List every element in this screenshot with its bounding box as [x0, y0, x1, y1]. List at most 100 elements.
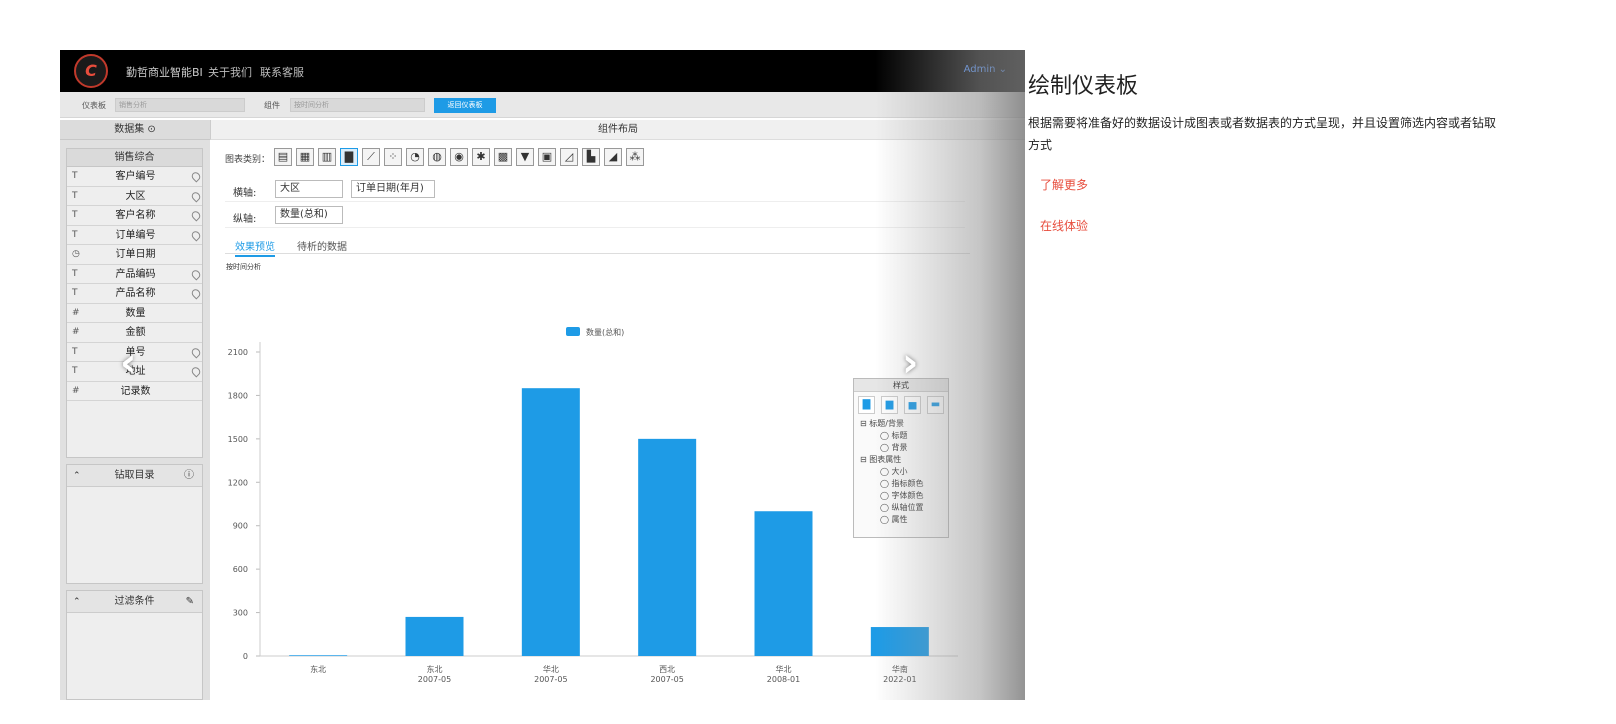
combo-chart-icon[interactable]: ◢	[604, 148, 622, 166]
scatter-chart-icon[interactable]: ⁘	[384, 148, 402, 166]
heatmap-icon[interactable]: ▩	[494, 148, 512, 166]
y-axis-row: 纵轴: 数量(总和)	[225, 204, 965, 228]
chart-type-label: 图表类别：	[225, 155, 271, 165]
bar-chart-icon[interactable]: ▇	[340, 148, 358, 166]
preview-tabs: 效果预览 待析的数据	[225, 236, 970, 257]
tab-data[interactable]: 待析的数据	[297, 238, 347, 253]
style-tree-item[interactable]: ⊟ 图表属性	[854, 454, 948, 466]
field-item[interactable]: T 客户编号	[67, 167, 203, 187]
dashboard-label: 仪表板	[82, 101, 106, 110]
x-tick-label: 2007-05	[418, 675, 451, 684]
bar	[754, 511, 813, 656]
field-list: 销售综合 T 客户编号 T 大区 T 客户名称 T 订单编号 ◷ 订单日期 T 产品编码 T 产品名称 # 数…	[66, 148, 203, 458]
style-tree-item[interactable]: ◯ 指标颜色	[854, 478, 948, 490]
grid-icon[interactable]: ▥	[318, 148, 336, 166]
vertical-bar-style-icon[interactable]: ▇	[858, 396, 875, 414]
tab-preview[interactable]: 效果预览	[235, 238, 275, 257]
bar	[289, 655, 348, 656]
component-layout: 组件布局 图表类别： ▤ ▦ ▥ ▇ ⟋ ⁘ ◔ ◍ ◉ ✱ ▩ ▼ ▣ ◿ ▙…	[210, 120, 1025, 700]
field-name: 客户名称	[115, 210, 156, 221]
style-icons: ▇ ▆ ▅ ▬	[854, 392, 948, 418]
style-tree-item[interactable]: ◯ 标题	[854, 430, 948, 442]
field-item[interactable]: T 订单编号	[67, 226, 203, 245]
bar	[521, 388, 580, 656]
dataset-sidebar: 数据集 ⊙ 销售综合 T 客户编号 T 大区 T 客户名称 T 订单编号 ◷ 订单日期 T 产品编码 T…	[60, 120, 210, 700]
wordcloud-icon[interactable]: ⁂	[626, 148, 644, 166]
map-icon[interactable]: ◍	[428, 148, 446, 166]
collapse-icon[interactable]: ⌃	[73, 591, 81, 613]
field-name: 订单编号	[115, 229, 156, 241]
collapse-icon[interactable]: ⌃	[73, 465, 81, 487]
histogram-icon[interactable]: ▙	[582, 148, 600, 166]
pie-chart-icon[interactable]: ◔	[406, 148, 424, 166]
app-logo: C	[74, 54, 108, 88]
filter-panel: ⌃ 过滤条件 ✎	[66, 590, 203, 700]
field-item[interactable]: T 产品编码	[67, 265, 203, 284]
dataset-title[interactable]: 数据集 ⊙	[60, 120, 210, 140]
radar-icon[interactable]: ✱	[472, 148, 490, 166]
style-tree-item[interactable]: ◯ 大小	[854, 466, 948, 478]
style-tree-item[interactable]: ◯ 属性	[854, 514, 948, 526]
percent-bar-style-icon[interactable]: ▅	[904, 396, 921, 414]
funnel-icon[interactable]: ▼	[516, 148, 534, 166]
learn-more-link[interactable]: 了解更多	[1040, 176, 1588, 193]
style-tree-item[interactable]: ◯ 纵轴位置	[854, 502, 948, 514]
y-axis-label: 纵轴:	[233, 214, 257, 225]
y-tick-label: 1800	[228, 391, 248, 400]
info-icon[interactable]: ⓘ	[184, 465, 194, 487]
crosstab-icon[interactable]: ▦	[296, 148, 314, 166]
try-online-link[interactable]: 在线体验	[1040, 217, 1588, 234]
style-tree-item[interactable]: ⊟ 标题/背景	[854, 418, 948, 430]
app-topbar: C 勤哲商业智能BI 关于我们 联系客服 Admin ⌄	[60, 50, 1025, 92]
x-tick-label: 2008-01	[767, 675, 800, 684]
field-item[interactable]: T 产品名称	[67, 284, 203, 304]
horizontal-bar-style-icon[interactable]: ▬	[927, 396, 944, 414]
x-axis-select-region[interactable]: 大区	[275, 180, 343, 198]
carousel-prev-icon[interactable]: ‹	[120, 340, 136, 386]
field-name: 客户编号	[115, 171, 156, 182]
bar	[638, 438, 697, 656]
x-axis-label: 横轴:	[233, 188, 257, 199]
area-chart-icon[interactable]: ◿	[560, 148, 578, 166]
nav-about[interactable]: 关于我们	[208, 64, 252, 80]
drill-title: 钻取目录	[114, 470, 155, 481]
component-input[interactable]: 按时间分析	[290, 98, 425, 112]
field-name: 数量	[125, 307, 146, 319]
field-item[interactable]: T 大区	[67, 187, 203, 206]
x-tick-label: 东北	[427, 664, 443, 674]
line-chart-icon[interactable]: ⟋	[362, 148, 380, 166]
table-icon[interactable]: ▤	[274, 148, 292, 166]
edit-icon[interactable]: ✎	[186, 591, 194, 613]
brand-name: 勤哲商业智能BI	[126, 66, 203, 79]
admin-menu[interactable]: Admin ⌄	[964, 64, 1007, 75]
carousel-next-icon[interactable]: ›	[902, 340, 918, 386]
dashboard-input[interactable]: 销售分析	[115, 98, 245, 112]
drill-header[interactable]: ⌃ 钻取目录 ⓘ	[67, 465, 202, 487]
field-item[interactable]: ◷ 订单日期	[67, 245, 202, 265]
stacked-bar-style-icon[interactable]: ▆	[881, 396, 898, 414]
layout-header: 组件布局	[210, 120, 1025, 140]
x-tick-label: 2007-05	[534, 675, 567, 684]
back-to-dashboard-button[interactable]: 返回仪表板	[434, 98, 496, 113]
field-item[interactable]: # 数量	[67, 304, 202, 323]
style-tree-item[interactable]: ◯ 字体颜色	[854, 490, 948, 502]
style-tree-item[interactable]: ◯ 背景	[854, 442, 948, 454]
y-axis-select[interactable]: 数量(总和)	[275, 206, 343, 224]
x-axis-row: 横轴: 大区 订单日期(年月)	[225, 178, 965, 202]
y-tick-label: 1200	[228, 478, 248, 487]
y-tick-label: 0	[243, 652, 248, 661]
field-item[interactable]: T 客户名称	[67, 206, 203, 226]
x-tick-label: 华北	[776, 664, 792, 674]
x-tick-label: 2007-05	[650, 675, 683, 684]
filter-header[interactable]: ⌃ 过滤条件 ✎	[67, 591, 202, 613]
legend-swatch	[566, 327, 580, 336]
treemap-icon[interactable]: ▣	[538, 148, 556, 166]
x-tick-label: 华北	[543, 664, 559, 674]
drill-panel: ⌃ 钻取目录 ⓘ	[66, 464, 203, 584]
x-axis-select-date[interactable]: 订单日期(年月)	[351, 180, 435, 198]
y-tick-label: 2100	[228, 348, 248, 357]
dataset-name[interactable]: 销售综合	[67, 149, 202, 167]
nav-support[interactable]: 联系客服	[260, 64, 304, 80]
gauge-icon[interactable]: ◉	[450, 148, 468, 166]
feature-desc: 根据需要将准备好的数据设计成图表或者数据表的方式呈现，并且设置筛选内容或者钻取方…	[1028, 116, 1497, 152]
